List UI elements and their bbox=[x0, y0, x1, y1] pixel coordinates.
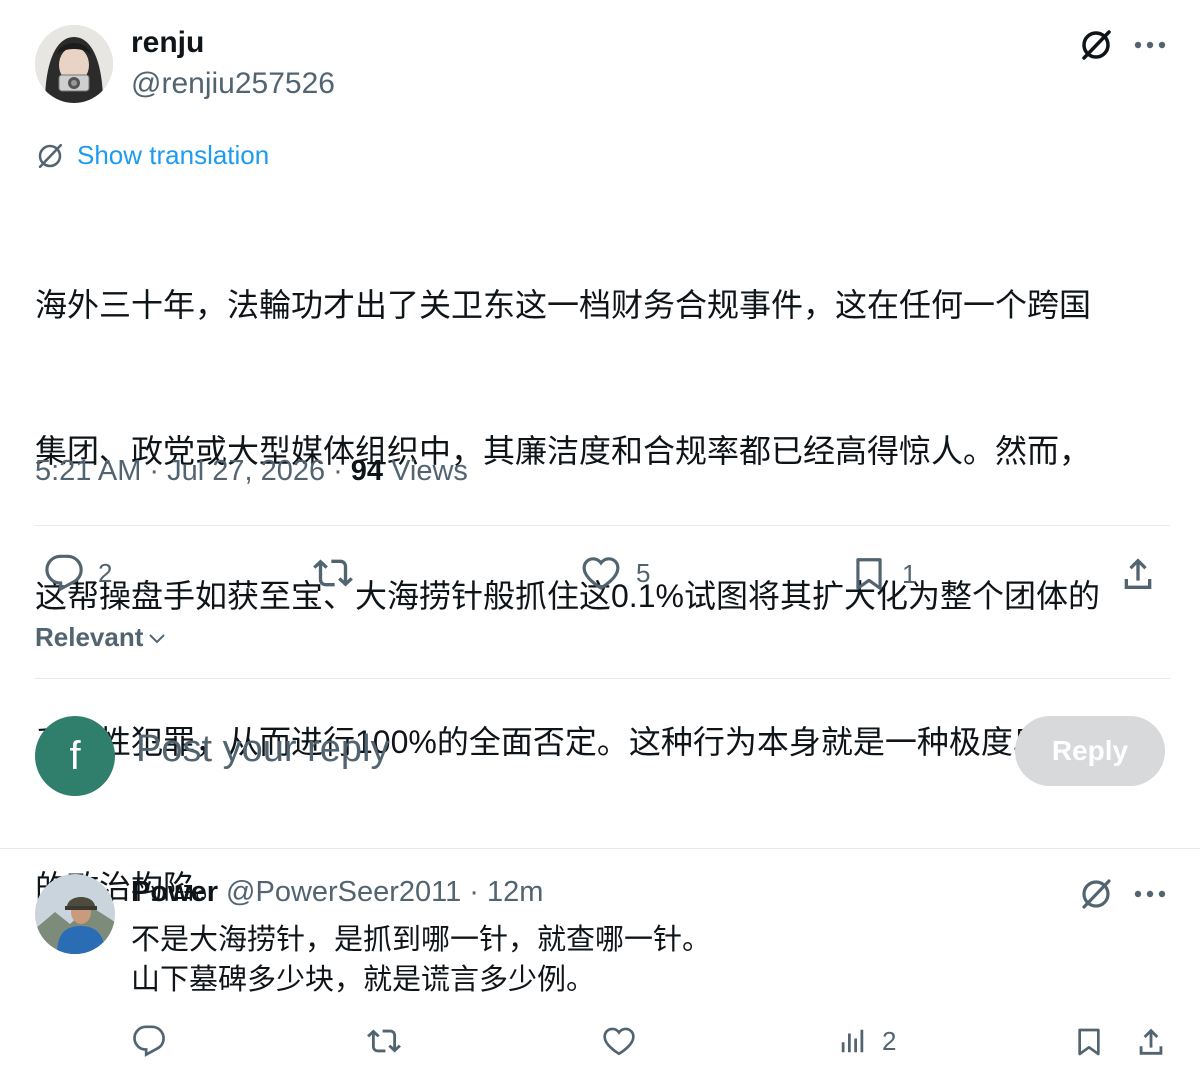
bookmark-count: 1 bbox=[902, 558, 917, 589]
views-count: 94 bbox=[350, 455, 384, 487]
reply-action[interactable] bbox=[132, 1024, 166, 1058]
bookmark-icon bbox=[856, 558, 882, 590]
reply-icon bbox=[133, 1025, 165, 1057]
more-icon[interactable] bbox=[1130, 25, 1170, 65]
grok-icon[interactable] bbox=[1076, 874, 1116, 914]
bookmark-action[interactable]: 1 bbox=[850, 553, 916, 595]
like-action[interactable]: 5 bbox=[580, 553, 650, 593]
share-icon bbox=[1139, 1028, 1163, 1055]
post-meta: 5:21 AM · Jul 27, 2026 · 94 Views bbox=[35, 455, 468, 488]
share-action[interactable] bbox=[1118, 553, 1158, 595]
like-count: 5 bbox=[636, 557, 651, 588]
repost-action[interactable] bbox=[311, 553, 355, 593]
meta-separator: · bbox=[333, 455, 343, 487]
reply-input[interactable]: Post your reply bbox=[136, 728, 389, 771]
divider bbox=[35, 525, 1170, 526]
sort-label: Relevant bbox=[35, 622, 144, 652]
section-divider bbox=[0, 848, 1200, 849]
like-action[interactable] bbox=[601, 1024, 637, 1058]
post-time[interactable]: 5:21 AM bbox=[35, 455, 141, 488]
reply-text-line: 不是大海捞针，是抓到哪一针，就查哪一针。 bbox=[131, 924, 712, 956]
reply-button[interactable]: Reply bbox=[1015, 716, 1165, 786]
views-count: 2 bbox=[882, 1025, 897, 1056]
share-icon bbox=[1124, 558, 1152, 589]
grok-icon[interactable] bbox=[1076, 25, 1116, 65]
reply-text: 不是大海捞针，是抓到哪一针，就查哪一针。 山下墓碑多少块，就是谎言多少例。 bbox=[131, 920, 711, 1000]
like-icon bbox=[603, 1027, 635, 1056]
repost-action[interactable] bbox=[365, 1024, 403, 1058]
avatar-photo bbox=[35, 874, 115, 954]
meta-separator: · bbox=[149, 455, 160, 487]
post-date[interactable]: Jul 27, 2026 bbox=[167, 455, 325, 488]
reply-author-avatar[interactable] bbox=[35, 874, 115, 954]
divider bbox=[35, 678, 1170, 679]
reply-count: 2 bbox=[98, 557, 113, 588]
reply-time[interactable]: 12m bbox=[487, 876, 543, 909]
bookmark-icon bbox=[1078, 1028, 1100, 1056]
views-icon bbox=[841, 1029, 864, 1053]
author-handle[interactable]: @renjiu257526 bbox=[131, 67, 335, 101]
post-text-line: 海外三十年，法輪功才出了关卫东这一档财务合规事件，这在任何一个跨国 bbox=[35, 287, 1092, 323]
repost-icon bbox=[367, 1029, 401, 1053]
sort-relevant-dropdown[interactable]: Relevant bbox=[35, 622, 167, 653]
composer-avatar[interactable]: f bbox=[35, 716, 115, 796]
reply-action[interactable]: 2 bbox=[44, 553, 112, 593]
repost-icon bbox=[313, 559, 353, 587]
reply-author-name[interactable]: Power bbox=[131, 876, 218, 909]
bookmark-action[interactable] bbox=[1073, 1024, 1105, 1060]
avatar-photo bbox=[35, 25, 113, 103]
reply-icon bbox=[45, 554, 83, 592]
reply-header: Power @PowerSeer2011 · 12m bbox=[131, 876, 543, 909]
author-avatar[interactable] bbox=[35, 25, 113, 103]
show-translation-label: Show translation bbox=[77, 140, 270, 170]
translate-icon bbox=[38, 143, 63, 168]
share-action[interactable] bbox=[1134, 1024, 1168, 1060]
meta-separator: · bbox=[469, 876, 479, 908]
like-icon bbox=[582, 557, 620, 590]
reply-author-handle[interactable]: @PowerSeer2011 bbox=[226, 876, 461, 909]
views-label: Views bbox=[391, 455, 468, 487]
chevron-down-icon bbox=[149, 633, 166, 643]
show-translation-link[interactable]: Show translation bbox=[35, 140, 269, 171]
more-icon[interactable] bbox=[1130, 874, 1170, 914]
views-stat[interactable]: 94 Views bbox=[351, 455, 468, 488]
reply-text-line: 山下墓碑多少块，就是谎言多少例。 bbox=[131, 964, 596, 996]
composer-avatar-letter: f bbox=[69, 733, 81, 778]
views-action[interactable]: 2 bbox=[838, 1024, 896, 1058]
author-display-name[interactable]: renju bbox=[131, 26, 204, 60]
